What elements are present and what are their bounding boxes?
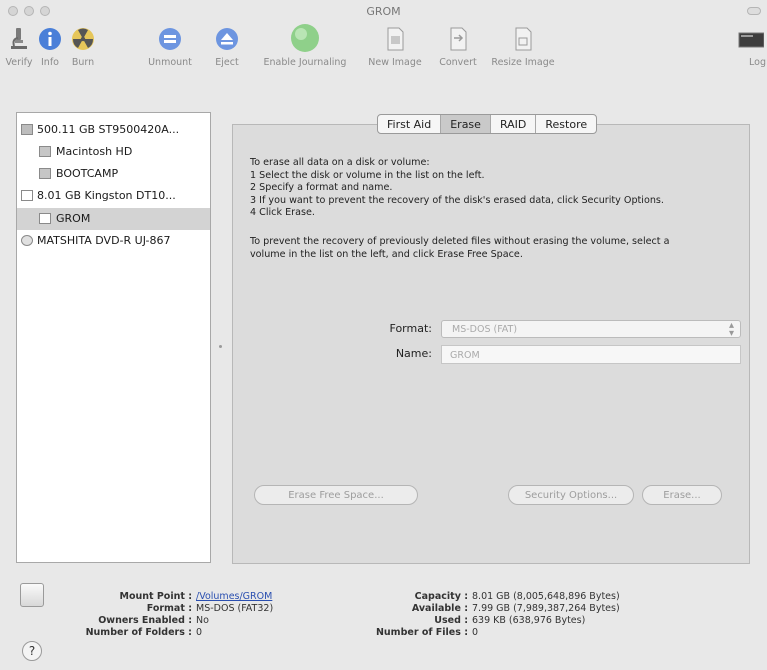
erase-instruction-step: 3 If you want to prevent the recovery of… (250, 195, 664, 206)
erase-instruction-step: 1 Select the disk or volume in the list … (250, 170, 485, 181)
sidebar-item-label: 8.01 GB Kingston DT10... (37, 189, 176, 202)
used-value: 639 KB (638,976 Bytes) (472, 615, 586, 626)
window-title: GROM (366, 5, 401, 18)
volume-icon (39, 168, 51, 179)
format-value: MS-DOS (FAT32) (196, 603, 274, 614)
convert-icon (450, 27, 467, 51)
mount-point-key: Mount Point : (119, 591, 192, 602)
tab-bar: First Aid Erase RAID Restore (377, 114, 598, 134)
files-value: 0 (472, 627, 479, 638)
enable-journaling-button[interactable]: Enable Journaling (264, 24, 346, 68)
info-icon (39, 28, 61, 50)
eject-button[interactable]: Eject (214, 26, 240, 68)
eject-icon (216, 28, 238, 50)
hard-disk-icon (21, 124, 33, 135)
security-options-button[interactable]: Security Options... (508, 485, 634, 505)
erase-instruction-step: 4 Click Erase. (250, 207, 315, 218)
microscope-icon (11, 28, 27, 49)
convert-button[interactable]: Convert (439, 26, 477, 68)
usb-drive-icon (21, 190, 33, 201)
owners-value: No (196, 615, 209, 626)
volume-icon (39, 213, 51, 224)
volume-icon (39, 146, 51, 157)
title-bar: GROM (0, 0, 767, 22)
tab-raid[interactable]: RAID (491, 115, 537, 133)
burn-button[interactable]: Burn (70, 26, 96, 68)
tab-first-aid[interactable]: First Aid (378, 115, 442, 133)
erase-instruction-heading: To erase all data on a disk or volume: (250, 157, 430, 168)
format-select-value: MS-DOS (FAT) (452, 324, 518, 335)
resize-image-label: Resize Image (491, 57, 555, 68)
folders-value: 0 (196, 627, 203, 638)
split-view-divider-handle[interactable] (219, 345, 222, 348)
help-button[interactable]: ? (22, 641, 42, 661)
available-value: 7.99 GB (7,989,387,264 Bytes) (472, 603, 620, 614)
used-key: Used : (434, 615, 468, 626)
new-image-button[interactable]: New Image (368, 26, 422, 68)
sidebar-item-label: Macintosh HD (56, 145, 133, 158)
sidebar-item-hard-disk[interactable]: 500.11 GB ST9500420A... (17, 119, 210, 141)
unmount-button[interactable]: Unmount (148, 26, 192, 68)
chevron-updown-icon: ▴ ▾ (728, 320, 734, 339)
sidebar-item-macintosh-hd[interactable]: Macintosh HD (17, 141, 210, 163)
radiation-disc-icon (72, 28, 94, 50)
info-button[interactable]: Info (37, 26, 63, 68)
journaling-icon (291, 24, 319, 52)
resize-image-button[interactable]: Resize Image (491, 26, 555, 68)
erase-instruction-step: 2 Specify a format and name. (250, 182, 393, 193)
verify-button[interactable]: Verify (6, 26, 32, 68)
sidebar-item-grom[interactable]: GROM (17, 208, 210, 230)
sidebar-item-label: GROM (56, 212, 91, 225)
new-image-icon (387, 27, 404, 51)
sidebar-item-label: BOOTCAMP (56, 167, 119, 180)
sidebar-item-kingston-usb[interactable]: 8.01 GB Kingston DT10... (17, 185, 210, 207)
format-key: Format : (146, 603, 192, 614)
erase-button[interactable]: Erase... (642, 485, 722, 505)
console-log-icon (738, 32, 765, 48)
resize-image-icon (515, 27, 532, 51)
free-space-note-line: To prevent the recovery of previously de… (250, 236, 670, 247)
files-key: Number of Files : (375, 627, 468, 638)
sidebar-item-bootcamp[interactable]: BOOTCAMP (17, 163, 210, 185)
unmount-icon (159, 28, 181, 50)
tab-erase[interactable]: Erase (441, 115, 491, 133)
free-space-note-line: volume in the list on the left, and clic… (250, 249, 523, 260)
disk-list-sidebar: 500.11 GB ST9500420A... Macintosh HD BOO… (16, 112, 211, 563)
toolbar-toggle-button[interactable] (747, 7, 761, 15)
log-label: Log (749, 57, 766, 68)
toolbar: Verify Info Burn Unmount Eject Enable Jo… (0, 22, 767, 92)
name-field[interactable]: GROM (441, 345, 741, 364)
log-button[interactable]: Log (738, 26, 766, 68)
optical-drive-icon (21, 235, 33, 246)
sidebar-item-dvd-drive[interactable]: MATSHITA DVD-R UJ-867 (17, 230, 210, 252)
format-select[interactable]: MS-DOS (FAT) ▴ ▾ (441, 320, 741, 339)
capacity-value: 8.01 GB (8,005,648,896 Bytes) (472, 591, 620, 602)
format-label: Format: (389, 322, 432, 335)
name-label: Name: (395, 347, 432, 360)
disk-utility-window: GROM Verify Info Burn Unmount Eject Enab… (0, 0, 767, 670)
folders-key: Number of Folders : (85, 627, 192, 638)
erase-free-space-button[interactable]: Erase Free Space... (254, 485, 418, 505)
tab-restore[interactable]: Restore (536, 115, 596, 133)
mount-point-link[interactable]: /Volumes/GROM (196, 591, 272, 603)
available-key: Available : (411, 603, 468, 614)
capacity-key: Capacity : (414, 591, 468, 602)
sidebar-item-label: 500.11 GB ST9500420A... (37, 123, 180, 136)
external-drive-icon (20, 583, 44, 607)
sidebar-item-label: MATSHITA DVD-R UJ-867 (37, 234, 171, 247)
owners-key: Owners Enabled : (98, 615, 192, 626)
